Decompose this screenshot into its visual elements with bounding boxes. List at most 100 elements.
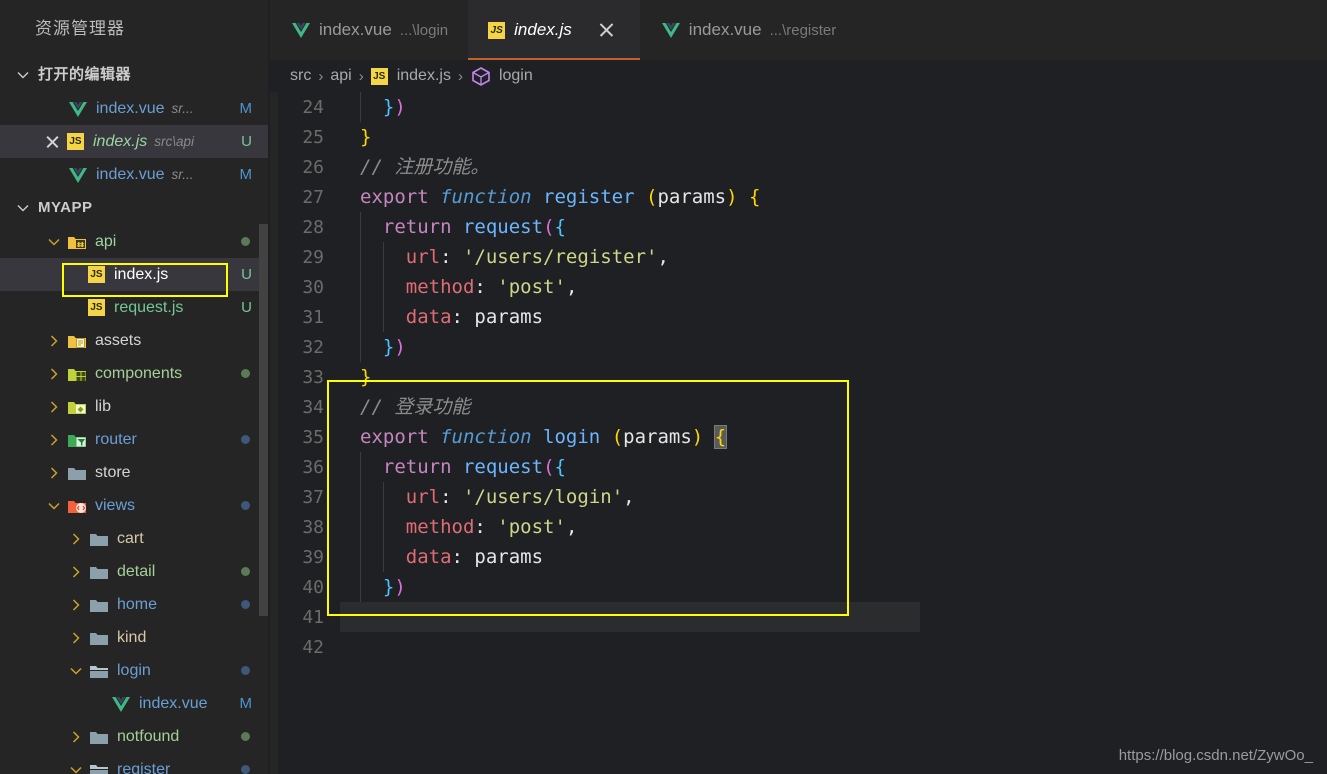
- chevron-right-icon[interactable]: [44, 430, 64, 450]
- code-line[interactable]: 26 // 注册功能。: [270, 152, 760, 182]
- code-line[interactable]: 29 url: '/users/register',: [270, 242, 760, 272]
- tree-folder-assets[interactable]: assets: [0, 324, 270, 357]
- project-section-header[interactable]: MYAPP: [0, 191, 270, 225]
- folder-open-icon: [88, 660, 110, 682]
- code-lines: 24 }) 25} 26// 注册功能。 27 export function regi…: [270, 92, 920, 662]
- file-tree: api JS index.js U JS request.js Uassets compone…: [0, 225, 270, 774]
- tree-folder-login[interactable]: login: [0, 654, 270, 687]
- chevron-right-icon[interactable]: [66, 562, 86, 582]
- tree-folder-register[interactable]: register: [0, 753, 270, 774]
- indent-guide: [360, 512, 361, 542]
- chevron-right-icon[interactable]: [66, 595, 86, 615]
- code-line[interactable]: 42: [270, 632, 760, 662]
- code-line[interactable]: 25}: [270, 122, 760, 152]
- code-token: method: [405, 516, 475, 538]
- open-editor-name: index.vue: [96, 165, 165, 183]
- code-text: method: 'post',: [332, 512, 578, 542]
- tree-folder-api[interactable]: api: [0, 225, 270, 258]
- open-editor-item[interactable]: JS index.js src\api U: [0, 125, 270, 158]
- status-dot: [241, 765, 250, 774]
- code-line[interactable]: 36 return request({: [270, 452, 760, 482]
- chevron-right-icon[interactable]: [44, 397, 64, 417]
- tab-path: ...\register: [769, 21, 837, 39]
- chevron-right-icon[interactable]: [44, 364, 64, 384]
- chevron-down-icon[interactable]: [44, 496, 64, 516]
- code-line[interactable]: 31 data: params: [270, 302, 760, 332]
- code-line[interactable]: 27 export function register (params) {: [270, 182, 760, 212]
- tree-folder-detail[interactable]: detail: [0, 555, 270, 588]
- code-token: ): [394, 336, 406, 358]
- tree-folder-views[interactable]: views: [0, 489, 270, 522]
- code-line[interactable]: 41}: [270, 602, 920, 632]
- code-line[interactable]: 24 }): [270, 92, 760, 122]
- tree-file-index.js[interactable]: JS index.js U: [0, 258, 270, 291]
- folder-plain-icon: [88, 561, 110, 583]
- tree-folder-router[interactable]: router: [0, 423, 270, 456]
- code-line[interactable]: 28 return request({: [270, 212, 760, 242]
- code-text: }): [332, 572, 406, 602]
- close-icon[interactable]: [594, 17, 620, 43]
- open-editor-item[interactable]: index.vue sr... M: [0, 92, 270, 125]
- line-number: 32: [302, 337, 324, 358]
- code-line[interactable]: 34 // 登录功能: [270, 392, 760, 422]
- chevron-right-icon[interactable]: [66, 727, 86, 747]
- code-token: data: [405, 306, 452, 328]
- breadcrumb-item-index-js[interactable]: JS index.js: [370, 67, 451, 85]
- tree-folder-notfound[interactable]: notfound: [0, 720, 270, 753]
- tree-folder-lib[interactable]: lib: [0, 390, 270, 423]
- tree-folder-kind[interactable]: kind: [0, 621, 270, 654]
- chevron-right-icon[interactable]: [44, 463, 64, 483]
- open-editor-item[interactable]: index.vue sr... M: [0, 158, 270, 191]
- indent-guide: [360, 452, 361, 482]
- breadcrumb-item-api[interactable]: api: [330, 67, 351, 85]
- code-token: method: [405, 276, 475, 298]
- status-dot: [241, 435, 250, 444]
- explorer-title: 资源管理器: [0, 0, 270, 58]
- code-line[interactable]: 38 method: 'post',: [270, 512, 760, 542]
- close-icon[interactable]: [42, 131, 63, 152]
- code-token: request: [462, 216, 544, 238]
- indent-guide: [360, 332, 361, 362]
- code-token: '/users/register': [462, 246, 658, 268]
- code-editor[interactable]: 24 }) 25} 26// 注册功能。 27 export function regi…: [270, 92, 1327, 774]
- git-status-badge: M: [239, 100, 253, 117]
- code-line[interactable]: 30 method: 'post',: [270, 272, 760, 302]
- sidebar-scrollbar[interactable]: [259, 224, 268, 616]
- tree-file-request.js[interactable]: JS request.js U: [0, 291, 270, 324]
- watermark-text: https://blog.csdn.net/ZywOo_: [1118, 747, 1313, 764]
- chevron-right-icon[interactable]: [44, 331, 64, 351]
- chevron-down-icon[interactable]: [14, 199, 32, 217]
- chevron-right-icon[interactable]: [66, 628, 86, 648]
- line-number: 38: [302, 517, 324, 538]
- tree-folder-home[interactable]: home: [0, 588, 270, 621]
- editor-tab-index-js[interactable]: JS index.js: [468, 0, 640, 60]
- chevron-right-icon[interactable]: [66, 529, 86, 549]
- code-line[interactable]: 32 }): [270, 332, 760, 362]
- breadcrumb-item-src[interactable]: src: [290, 67, 311, 85]
- open-editors-section-header[interactable]: 打开的编辑器: [0, 58, 270, 92]
- tab-label: index.vue: [688, 20, 762, 39]
- tree-folder-components[interactable]: components: [0, 357, 270, 390]
- tree-item-label: store: [95, 463, 131, 481]
- code-line[interactable]: 33}: [270, 362, 760, 392]
- code-line[interactable]: 40 }): [270, 572, 760, 602]
- code-line[interactable]: 39 data: params: [270, 542, 760, 572]
- code-line[interactable]: 37 url: '/users/login',: [270, 482, 760, 512]
- tree-folder-store[interactable]: store: [0, 456, 270, 489]
- breadcrumb-separator-icon: ›: [457, 67, 463, 85]
- chevron-down-icon[interactable]: [14, 66, 32, 84]
- editor-tab-index-vue[interactable]: index.vue ...\register: [640, 0, 856, 60]
- vue-file-icon: [290, 19, 312, 41]
- breadcrumb-item-login[interactable]: login: [470, 65, 533, 87]
- line-number: 36: [302, 457, 324, 478]
- chevron-down-icon[interactable]: [66, 661, 86, 681]
- code-token: params: [474, 546, 544, 568]
- tree-file-index.vue[interactable]: index.vue M: [0, 687, 270, 720]
- editor-tab-index-vue[interactable]: index.vue ...\login: [270, 0, 468, 60]
- code-line[interactable]: 35 export function login (params) {: [270, 422, 760, 452]
- chevron-down-icon[interactable]: [66, 760, 86, 774]
- tree-folder-cart[interactable]: cart: [0, 522, 270, 555]
- chevron-down-icon[interactable]: [44, 232, 64, 252]
- status-dot: [241, 369, 250, 378]
